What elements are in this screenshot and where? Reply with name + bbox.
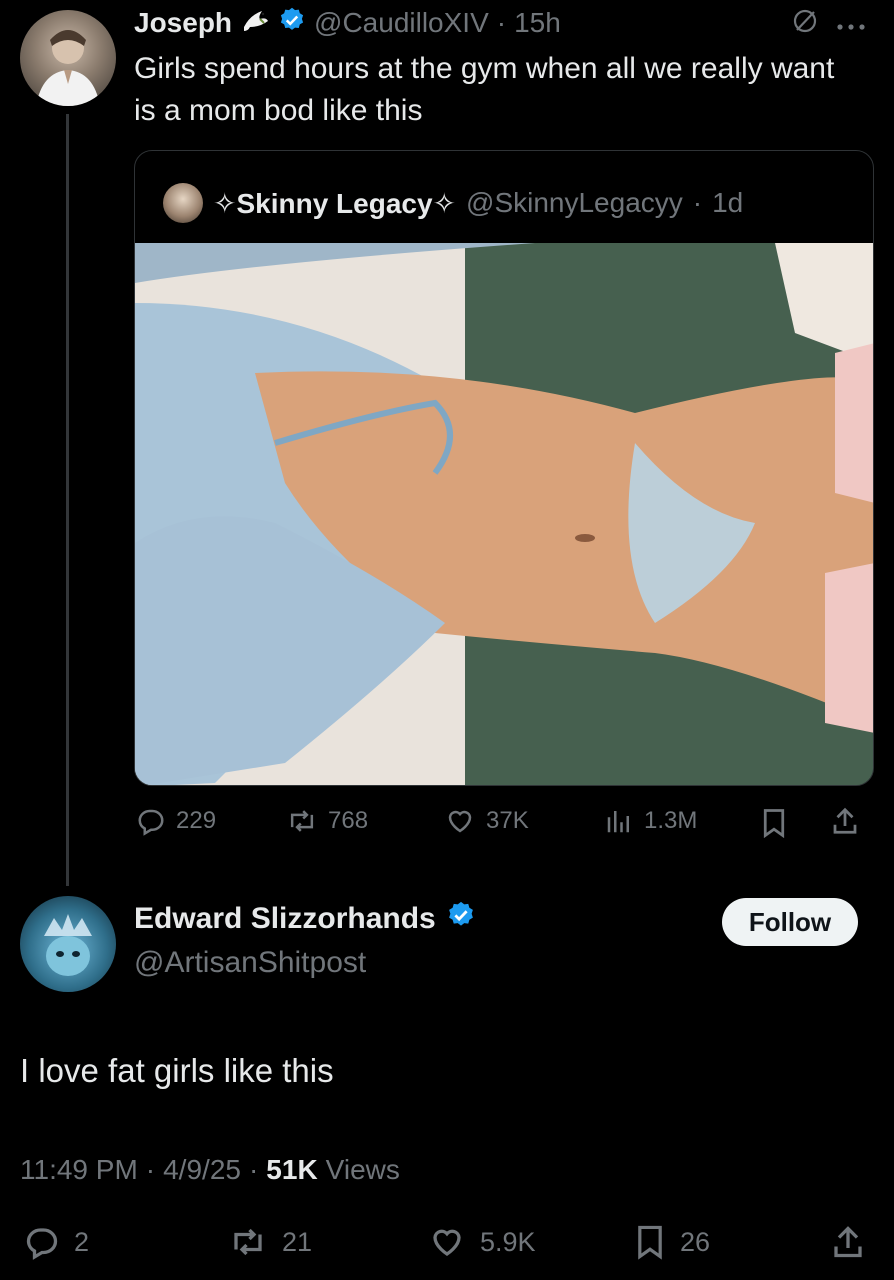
- repost-count-button[interactable]: 768: [286, 806, 368, 836]
- reply-time[interactable]: 11:49 PM: [20, 1154, 138, 1186]
- reply-author-handle[interactable]: @ArtisanShitpost: [134, 946, 366, 980]
- share-icon[interactable]: [830, 806, 860, 841]
- reply-icon: [138, 809, 164, 836]
- quoted-tweet-photo[interactable]: [135, 243, 873, 785]
- quoted-author-avatar: [163, 183, 203, 223]
- author-avatar[interactable]: [20, 10, 116, 106]
- quoted-author-handle: @SkinnyLegacyy: [466, 187, 683, 218]
- tweet-text: Girls spend hours at the gym when all we…: [134, 52, 835, 127]
- reply-icon: [26, 1228, 58, 1260]
- reply-bookmark-button[interactable]: 26: [634, 1224, 710, 1260]
- separator-dot: ·: [692, 187, 703, 218]
- bookmark-icon: [638, 1225, 662, 1260]
- author-name[interactable]: Joseph: [134, 7, 232, 39]
- heart-icon: [448, 810, 472, 833]
- share-icon[interactable]: [830, 1224, 866, 1265]
- like-count-button[interactable]: 37K: [444, 806, 529, 836]
- thread-connector-line: [66, 114, 69, 886]
- tweet-time[interactable]: 15h: [514, 7, 561, 39]
- reply-like-button[interactable]: 5.9K: [428, 1224, 536, 1260]
- repost-icon: [234, 1228, 262, 1256]
- quoted-author-name: ✧Skinny Legacy✧: [213, 187, 457, 219]
- reply-views-label: Views: [325, 1154, 400, 1185]
- reply-date[interactable]: 4/9/25: [163, 1154, 241, 1186]
- reply-text: I love fat girls like this: [20, 1052, 334, 1089]
- reply-views-count: 51K: [266, 1154, 318, 1185]
- reply-count-button[interactable]: 229: [136, 806, 216, 836]
- dove-emoji-icon: [240, 5, 270, 42]
- reply-like-count: 5.9K: [480, 1226, 536, 1257]
- reply-count: 229: [176, 807, 217, 834]
- separator-dot: ·: [248, 1154, 259, 1185]
- view-count: 1.3M: [644, 807, 698, 834]
- quoted-tweet-card[interactable]: ✧Skinny Legacy✧ @SkinnyLegacyy · 1d: [134, 150, 874, 786]
- bookmark-icon[interactable]: [760, 808, 788, 843]
- separator-dot: ·: [496, 7, 507, 38]
- separator-dot: ·: [145, 1154, 156, 1185]
- quoted-tweet-time: 1d: [712, 187, 744, 218]
- follow-button[interactable]: Follow: [722, 898, 858, 946]
- reply-reply-count: 2: [74, 1226, 90, 1257]
- verified-badge-icon: [446, 900, 476, 938]
- ellipsis-icon[interactable]: [836, 18, 866, 36]
- reply-bookmark-count: 26: [680, 1226, 711, 1257]
- like-count: 37K: [486, 807, 529, 834]
- heart-icon: [433, 1229, 461, 1256]
- reply-author-avatar[interactable]: [20, 896, 116, 992]
- analytics-icon: [607, 811, 629, 833]
- reply-reply-button[interactable]: 2: [24, 1224, 89, 1260]
- slash-circle-icon[interactable]: [790, 6, 820, 41]
- verified-badge-icon: [278, 6, 306, 41]
- view-count-button[interactable]: 1.3M: [604, 806, 697, 836]
- repost-count: 768: [328, 807, 369, 834]
- reply-repost-button[interactable]: 21: [228, 1224, 312, 1260]
- author-handle[interactable]: @CaudilloXIV: [314, 7, 489, 39]
- reply-author-name[interactable]: Edward Slizzorhands: [134, 902, 436, 936]
- repost-icon: [290, 810, 314, 832]
- reply-repost-count: 21: [282, 1226, 313, 1257]
